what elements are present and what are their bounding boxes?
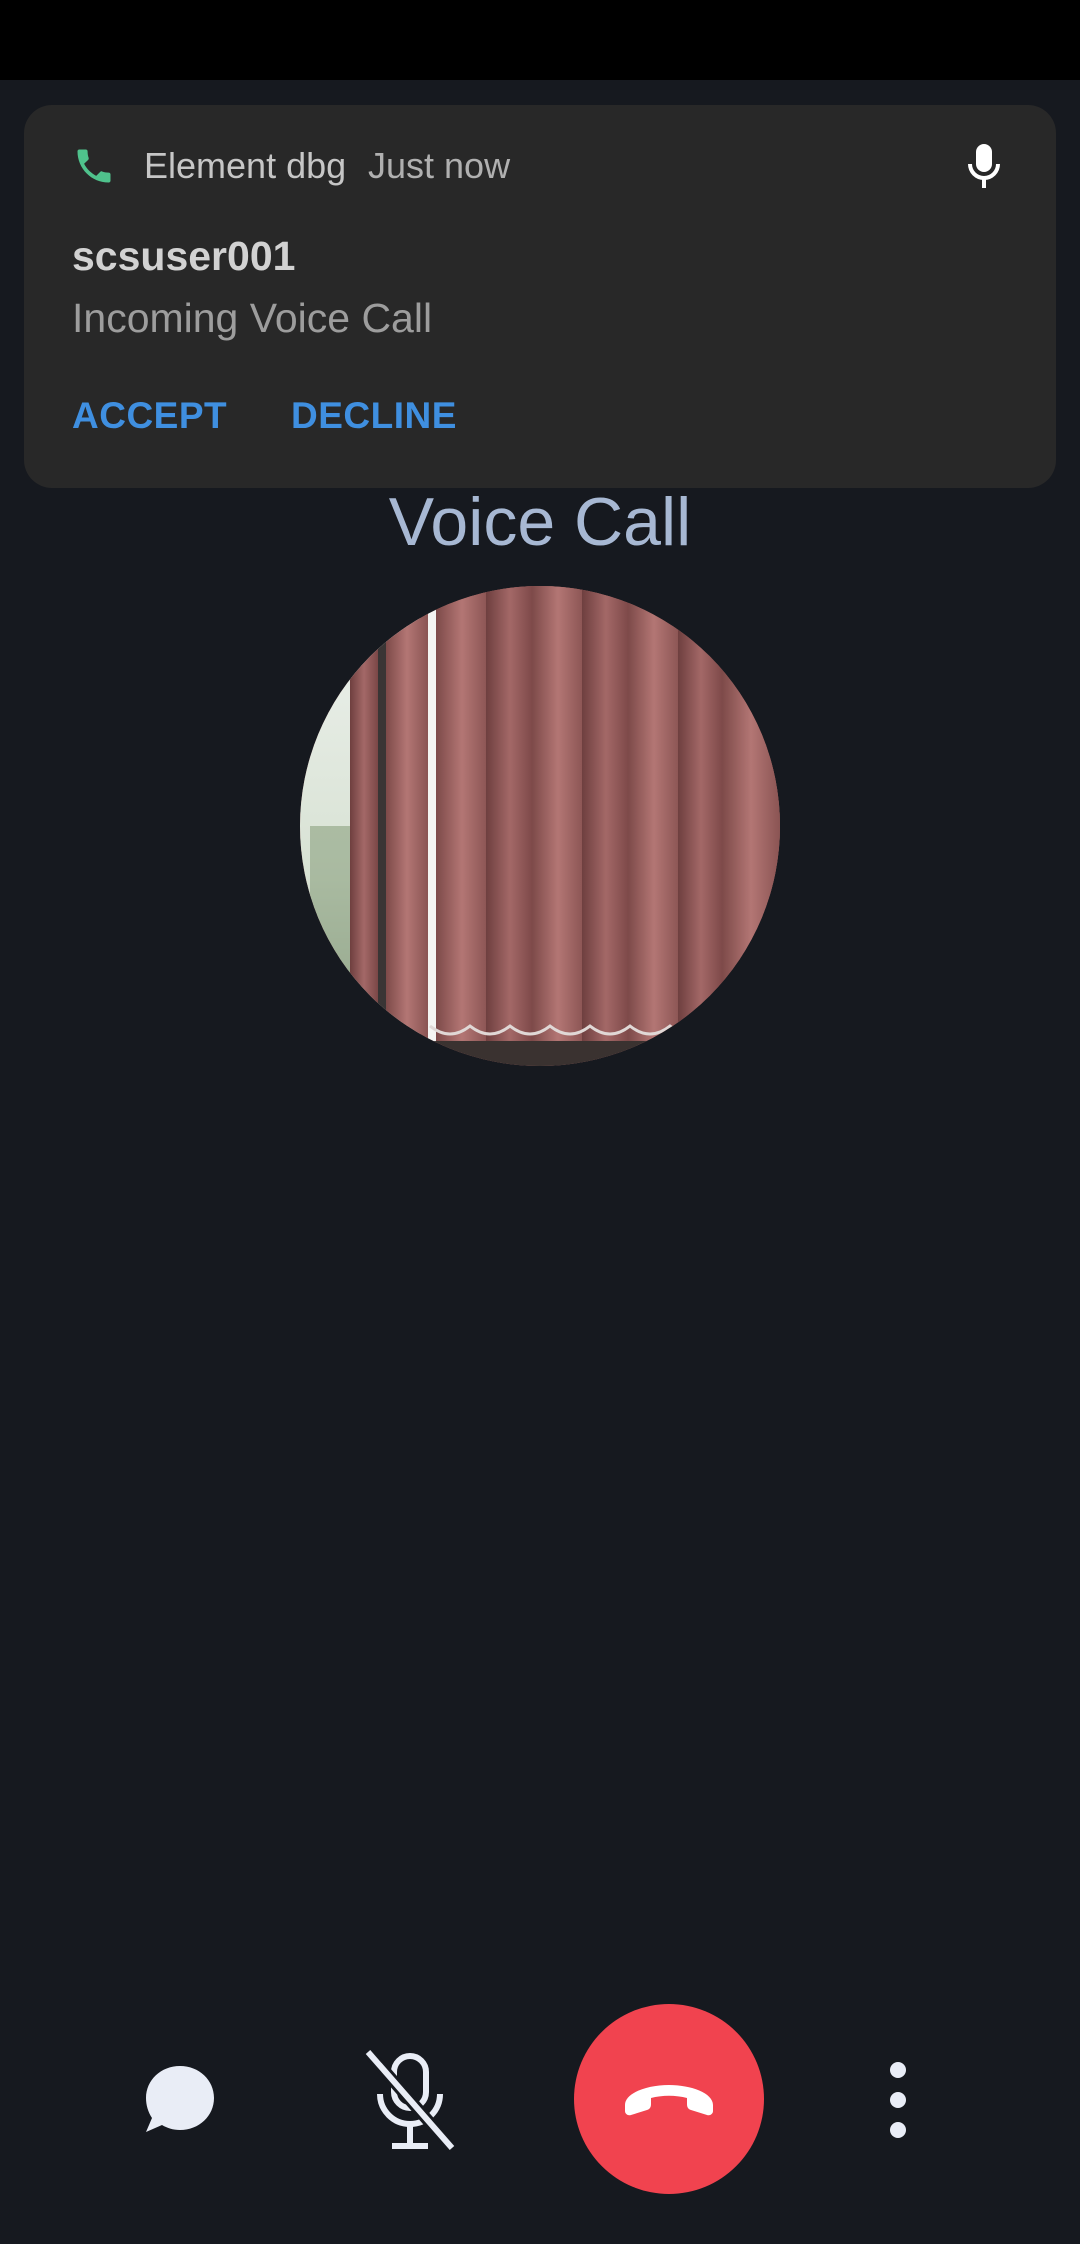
mic-off-icon <box>363 2048 457 2152</box>
mute-button[interactable] <box>360 2048 460 2152</box>
notification-app-name: Element dbg <box>144 145 347 186</box>
status-bar <box>0 0 1080 80</box>
phone-icon <box>77 149 111 183</box>
caller-avatar <box>300 586 780 1066</box>
accept-button[interactable]: ACCEPT <box>72 388 227 444</box>
call-title: Voice Call <box>388 484 692 560</box>
notification-time: Just now <box>368 145 511 186</box>
hang-up-button[interactable] <box>574 2004 764 2194</box>
hang-up-icon <box>625 2085 713 2116</box>
call-screen: Element dbg Just now scsuser001 Incoming… <box>0 0 1080 2244</box>
avatar-image <box>300 586 780 1066</box>
notification-title: scsuser001 <box>72 233 296 279</box>
more-options-button[interactable] <box>878 2058 918 2142</box>
notification-text: Incoming Voice Call <box>72 295 433 341</box>
mic-icon <box>968 144 1000 188</box>
more-vertical-icon <box>890 2062 906 2138</box>
chat-bubble-icon <box>146 2066 214 2132</box>
decline-button[interactable]: DECLINE <box>291 388 457 444</box>
chat-button[interactable] <box>140 2060 220 2140</box>
